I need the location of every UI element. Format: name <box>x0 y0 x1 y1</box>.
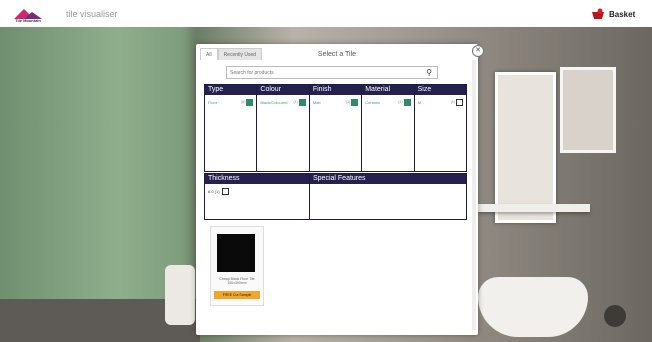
filter-option[interactable]: Matt (1) <box>312 98 359 106</box>
tile-select-modal: All Recently Used Select a Tile ✕ ⚲ Type… <box>196 44 484 335</box>
filter-heading: Size <box>414 85 467 95</box>
filter-option[interactable]: Floor (6) <box>208 98 254 106</box>
filter-heading: Thickness <box>205 174 309 184</box>
filter-option[interactable]: M (1) <box>417 98 464 106</box>
filter-option-count: (1) <box>398 100 403 104</box>
door-knob <box>604 305 626 327</box>
filter-heading: Finish <box>309 85 362 95</box>
app-title: tile visualiser <box>66 9 118 19</box>
filter-checkbox[interactable] <box>298 98 306 106</box>
shelf <box>478 204 590 212</box>
filter-checkbox[interactable] <box>456 98 464 106</box>
logo-text: Tile Mountain <box>15 18 41 23</box>
filter-option-label: M <box>417 99 421 105</box>
filter-special-features: Special Features <box>310 174 466 219</box>
filter-heading: Type <box>205 85 257 95</box>
filter-heading: Special Features <box>310 174 466 184</box>
filter-size: Size M (1) <box>414 85 467 171</box>
filter-heading: Colour <box>257 85 309 95</box>
filter-option-count: (1) <box>450 100 456 104</box>
filter-finish: Finish Matt (1) <box>309 85 363 171</box>
filter-heading: Material <box>362 85 414 95</box>
filter-option[interactable]: 6.0 (1) <box>208 187 306 195</box>
filter-option[interactable]: Ceramic (1) <box>365 98 411 106</box>
filter-option-label: Floor <box>208 99 218 105</box>
filter-option-label: 6.0 (1) <box>208 188 220 194</box>
filter-option-label: Matt <box>312 99 321 105</box>
filter-checkbox[interactable] <box>403 98 411 106</box>
filter-option-count: (1) <box>345 100 351 104</box>
filter-panel: Type Floor (6) Colour Black/Coloured (1)… <box>204 84 467 172</box>
free-sample-button[interactable]: FREE Cut Sample <box>214 291 260 299</box>
filter-checkbox[interactable] <box>351 98 359 106</box>
product-card[interactable]: Cheap Black Floor Tile 150x300mm FREE Cu… <box>210 226 264 306</box>
filter-option-label: Ceramic <box>365 99 381 105</box>
filter-panel-secondary: Thickness 6.0 (1) Special Features <box>204 173 467 220</box>
modal-title: Select a Tile <box>317 51 357 58</box>
close-icon[interactable]: ✕ <box>472 45 484 57</box>
product-name: Cheap Black Floor Tile 150x300mm <box>219 277 255 285</box>
basket-label: Basket <box>609 9 636 19</box>
toilet <box>165 265 195 325</box>
search-bar: ⚲ <box>226 66 438 79</box>
filter-option-count: (6) <box>241 100 246 104</box>
basket-icon <box>591 8 605 20</box>
filter-thickness: Thickness 6.0 (1) <box>205 174 310 219</box>
search-icon[interactable]: ⚲ <box>426 67 432 78</box>
filter-checkbox[interactable] <box>221 187 229 195</box>
filter-option-count: (1) <box>293 100 298 104</box>
top-bar: Tile Mountain tile visualiser Basket <box>0 0 652 27</box>
search-input[interactable] <box>227 67 422 78</box>
scrollbar[interactable] <box>472 60 476 330</box>
picture-frame <box>495 72 556 223</box>
filter-option-label: Black/Coloured <box>260 99 288 105</box>
filter-material: Material Ceramic (1) <box>362 85 415 171</box>
filter-checkbox[interactable] <box>246 98 254 106</box>
sink <box>478 277 588 337</box>
filter-colour: Colour Black/Coloured (1) <box>257 85 310 171</box>
product-thumbnail[interactable] <box>217 234 255 272</box>
filter-option[interactable]: Black/Coloured (1) <box>260 98 306 106</box>
logo[interactable]: Tile Mountain <box>8 6 48 24</box>
picture-frame <box>560 67 616 153</box>
basket-button[interactable]: Basket <box>591 7 635 21</box>
filter-type: Type Floor (6) <box>205 85 258 171</box>
